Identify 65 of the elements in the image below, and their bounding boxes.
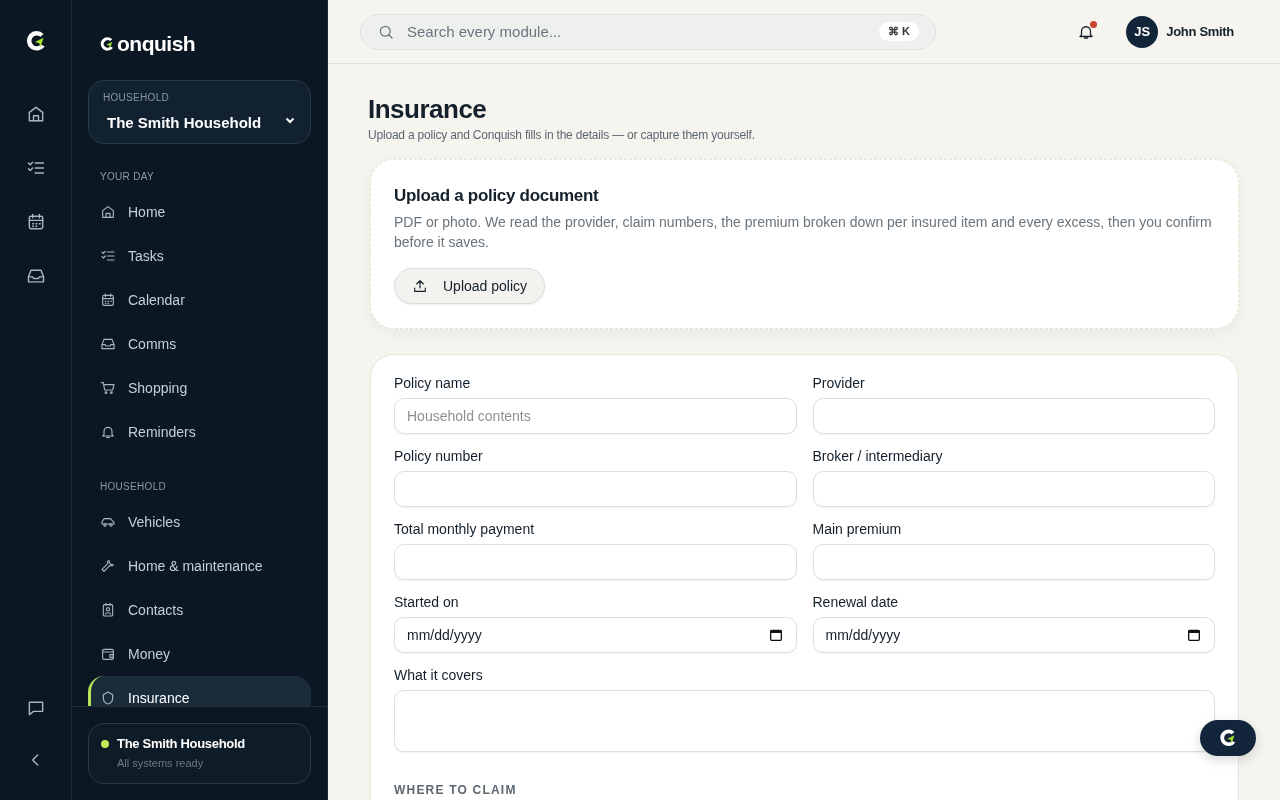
nav-item[interactable]: Reminders [88, 410, 311, 454]
field-label: Main premium [812, 521, 903, 537]
field-label: Broker / intermediary [812, 448, 944, 464]
checklist-icon [100, 248, 116, 264]
page-title: Insurance [368, 94, 488, 125]
date-field[interactable]: mm/dd/yyyy [812, 617, 1215, 653]
input-field[interactable]: Household contents [394, 398, 797, 434]
inbox-icon [100, 336, 116, 352]
field-label: Policy number [394, 448, 484, 464]
date-input[interactable]: mm/dd/yyyy [825, 627, 1186, 643]
nav-item[interactable]: Money [88, 632, 311, 676]
nav-item[interactable]: Insurance [88, 676, 311, 706]
field-label: Renewal date [812, 594, 900, 610]
user-name: John Smith [1166, 24, 1234, 39]
nav-item[interactable]: Home & maintenance [88, 544, 311, 588]
upload-icon [412, 278, 428, 294]
section-heading: HOUSEHOLD [99, 480, 168, 494]
selector-value: The Smith Household [106, 114, 263, 131]
bell-icon [100, 424, 116, 440]
home-icon [100, 204, 116, 220]
card-description: PDF or photo. We read the provider, claim numbers, the premium broken down per insured item and every excess, then you confirm before it saves. [394, 213, 1213, 252]
nav-item[interactable]: Tasks [88, 234, 311, 278]
field-label: Provider [812, 375, 866, 391]
wallet-icon [100, 646, 116, 662]
field-label: What it covers [394, 667, 484, 683]
input-field[interactable] [394, 544, 797, 580]
input-field[interactable] [812, 471, 1215, 507]
nav-item[interactable]: Comms [88, 322, 311, 366]
inbox-icon[interactable] [25, 266, 46, 286]
household-name: The Smith Household [117, 736, 245, 751]
nav-item[interactable]: Contacts [88, 588, 311, 632]
wrench-icon [100, 558, 116, 574]
status-text: All systems ready [117, 757, 205, 769]
input-field[interactable] [394, 471, 797, 507]
date-input[interactable]: mm/dd/yyyy [407, 627, 768, 643]
calendar-icon [100, 292, 116, 308]
nav-item[interactable]: Vehicles [88, 500, 311, 544]
calendar-icon[interactable] [767, 627, 784, 643]
field-label: Policy name [394, 375, 472, 391]
page-subtitle: Upload a policy and Conquish fills in the details — or capture them yourself. [368, 128, 756, 142]
nav-item[interactable]: Shopping [88, 366, 311, 410]
shield-icon [100, 690, 116, 706]
search-input[interactable]: Search every module... [405, 22, 879, 41]
input-field[interactable] [812, 544, 1215, 580]
calendar-icon[interactable] [1186, 627, 1202, 643]
brand-name: onquish [117, 32, 196, 56]
date-field[interactable]: mm/dd/yyyy [394, 617, 797, 653]
input-field[interactable] [812, 398, 1215, 434]
field-label: Total monthly payment [394, 521, 536, 537]
assistant-button[interactable] [1200, 720, 1256, 756]
section-heading: WHERE TO CLAIM [394, 783, 518, 797]
card-title: Upload a policy document [394, 186, 600, 206]
section-heading: YOUR DAY [99, 170, 155, 184]
upload-button[interactable]: Upload policy [394, 268, 546, 304]
shortcut-hint: ⌘ K [879, 22, 919, 41]
search-field[interactable]: Search every module... ⌘ K [360, 13, 936, 50]
nav-item[interactable]: Home [88, 190, 311, 234]
nav-item[interactable]: Calendar [88, 278, 311, 322]
field-label: Started on [394, 594, 460, 610]
selector-label: HOUSEHOLD [103, 92, 171, 103]
household-selector[interactable]: HOUSEHOLD The Smith Household [88, 80, 311, 144]
user-avatar[interactable]: JS [1126, 15, 1159, 48]
contact-card-icon [100, 602, 116, 618]
logo-icon [98, 35, 116, 53]
cart-icon [100, 380, 116, 396]
